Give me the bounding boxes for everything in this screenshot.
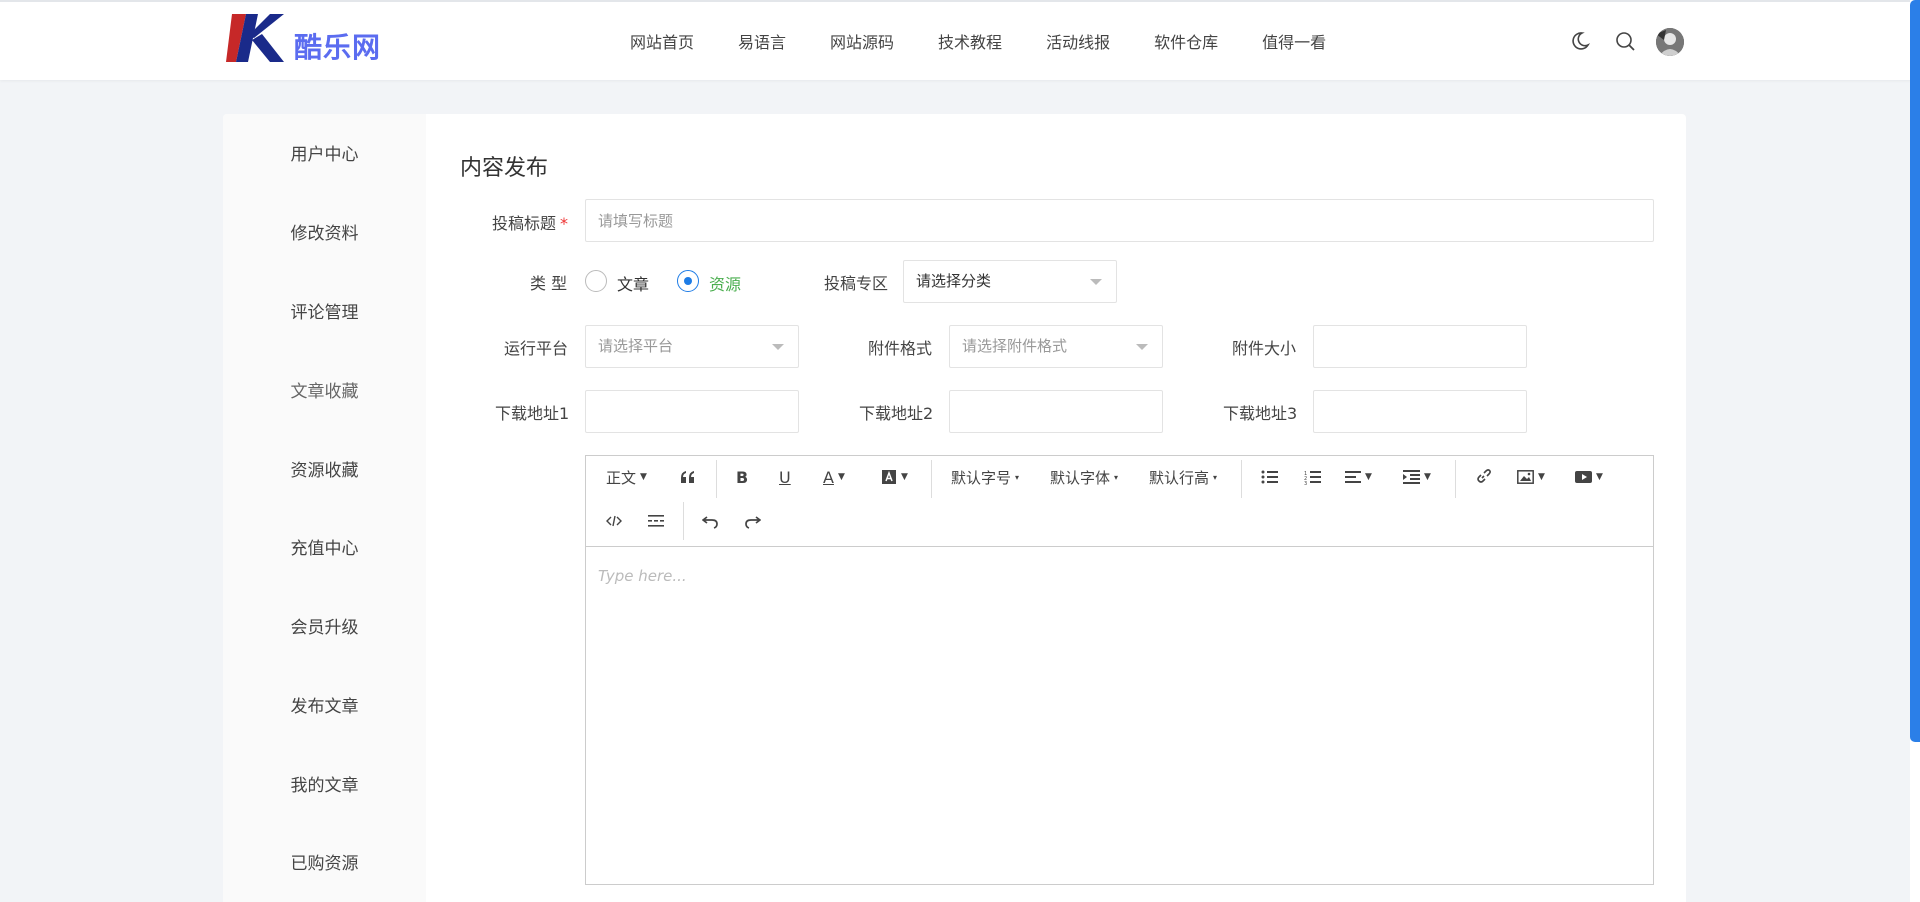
chevron-down-icon xyxy=(1136,344,1148,350)
background-color-icon[interactable]: ▼ xyxy=(881,465,908,489)
page-title: 内容发布 xyxy=(460,156,549,181)
image-icon[interactable]: ▼ xyxy=(1517,465,1545,489)
link-icon[interactable] xyxy=(1475,465,1491,489)
size-label: 附件大小 xyxy=(1232,339,1297,358)
undo-icon[interactable] xyxy=(702,509,719,533)
top-header: 酷乐网 网站首页 易语言 网站源码 技术教程 活动线报 软件仓库 值得一看 xyxy=(0,0,1920,80)
title-label: 投稿标题 * xyxy=(492,210,568,234)
sidebar-item-my-articles[interactable]: 我的文章 xyxy=(223,771,426,796)
download-url-1-input[interactable] xyxy=(585,390,799,433)
video-icon[interactable]: ▼ xyxy=(1575,465,1603,489)
toolbar-divider xyxy=(931,460,932,498)
type-option-article[interactable]: 文章 xyxy=(617,271,649,295)
line-height-dropdown[interactable]: 默认行高 ▾ xyxy=(1149,465,1217,489)
editor-toolbar: 正文▼ B U A▼ ▼ 默认字号▾ 默认字体▾ 默认行高▾ 123 xyxy=(586,456,1653,547)
svg-text:3: 3 xyxy=(1304,481,1307,485)
moon-icon[interactable] xyxy=(1569,30,1591,52)
download-url-3-input[interactable] xyxy=(1313,390,1527,433)
toolbar-divider xyxy=(716,460,717,498)
horizontal-rule-icon[interactable] xyxy=(648,509,664,533)
sidebar-item-comments[interactable]: 评论管理 xyxy=(223,298,426,323)
type-option-resource[interactable]: 资源 xyxy=(709,271,741,295)
zone-select[interactable]: 请选择分类 xyxy=(903,260,1117,303)
page-scrollbar-track[interactable] xyxy=(1910,0,1920,902)
heading-dropdown[interactable]: 正文 ▼ xyxy=(606,465,647,489)
user-sidebar: 用户中心 修改资料 评论管理 文章收藏 资源收藏 充值中心 会员升级 发布文章 … xyxy=(223,114,426,902)
logo-text: 酷乐网 xyxy=(294,31,382,64)
title-input[interactable] xyxy=(585,199,1654,242)
editor-placeholder: Type here... xyxy=(598,567,687,585)
sidebar-item-purchased[interactable]: 已购资源 xyxy=(223,849,426,874)
heading-dropdown-label: 正文 xyxy=(606,468,637,487)
sidebar-item-resource-favorites[interactable]: 资源收藏 xyxy=(223,456,426,481)
font-family-dropdown[interactable]: 默认字体 ▾ xyxy=(1050,465,1118,489)
search-icon[interactable] xyxy=(1614,30,1636,52)
chevron-down-icon xyxy=(772,344,784,350)
toolbar-divider xyxy=(683,502,684,540)
underline-icon[interactable]: U xyxy=(779,465,791,489)
toolbar-divider xyxy=(1455,460,1456,498)
format-select[interactable]: 请选择附件格式 xyxy=(949,325,1163,368)
type-radio-resource[interactable] xyxy=(677,270,699,292)
format-select-value: 请选择附件格式 xyxy=(962,337,1068,355)
title-label-text: 投稿标题 xyxy=(492,214,557,233)
zone-label: 投稿专区 xyxy=(824,274,889,293)
font-family-label: 默认字体 xyxy=(1050,468,1111,487)
chevron-down-icon xyxy=(1090,279,1102,285)
rich-text-editor: 正文▼ B U A▼ ▼ 默认字号▾ 默认字体▾ 默认行高▾ 123 xyxy=(585,455,1654,885)
dl3-label: 下载地址3 xyxy=(1223,404,1298,423)
nav-tutorials[interactable]: 技术教程 xyxy=(938,29,1002,53)
bold-icon[interactable]: B xyxy=(736,465,748,489)
line-height-label: 默认行高 xyxy=(1149,468,1210,487)
indent-icon[interactable]: ▼ xyxy=(1403,465,1431,489)
zone-select-value: 请选择分类 xyxy=(916,272,992,290)
sidebar-item-vip-upgrade[interactable]: 会员升级 xyxy=(223,613,426,638)
sidebar-item-publish[interactable]: 发布文章 xyxy=(223,692,426,717)
required-mark: * xyxy=(560,214,569,233)
main-nav: 网站首页 易语言 网站源码 技术教程 活动线报 软件仓库 值得一看 xyxy=(630,29,1370,53)
size-input[interactable] xyxy=(1313,325,1527,368)
nav-worth-seeing[interactable]: 值得一看 xyxy=(1262,29,1326,53)
nav-home[interactable]: 网站首页 xyxy=(630,29,694,53)
font-color-icon[interactable]: A ▼ xyxy=(823,465,845,489)
nav-site-source[interactable]: 网站源码 xyxy=(830,29,894,53)
blockquote-icon[interactable] xyxy=(680,465,696,489)
platform-label: 运行平台 xyxy=(504,339,569,358)
toolbar-divider xyxy=(1241,460,1242,498)
nav-promotions[interactable]: 活动线报 xyxy=(1046,29,1110,53)
sidebar-item-recharge[interactable]: 充值中心 xyxy=(223,534,426,559)
sidebar-item-article-favorites[interactable]: 文章收藏 xyxy=(223,377,426,402)
code-view-icon[interactable] xyxy=(606,509,622,533)
page-scrollbar-thumb[interactable] xyxy=(1910,0,1920,742)
site-logo[interactable]: 酷乐网 xyxy=(226,14,386,66)
caret-down-icon: ▼ xyxy=(640,472,647,482)
redo-icon[interactable] xyxy=(744,509,761,533)
font-size-label: 默认字号 xyxy=(951,468,1012,487)
user-avatar[interactable] xyxy=(1656,28,1684,56)
numbered-list-icon[interactable]: 123 xyxy=(1304,465,1321,489)
font-size-dropdown[interactable]: 默认字号 ▾ xyxy=(951,465,1019,489)
dl2-label: 下载地址2 xyxy=(859,404,934,423)
editor-content-area[interactable]: Type here... xyxy=(586,547,1653,884)
platform-select-value: 请选择平台 xyxy=(598,337,674,355)
logo-k-icon xyxy=(226,14,284,62)
type-radio-article[interactable] xyxy=(585,270,607,292)
platform-select[interactable]: 请选择平台 xyxy=(585,325,799,368)
bullet-list-icon[interactable] xyxy=(1261,465,1278,489)
sidebar-item-edit-profile[interactable]: 修改资料 xyxy=(223,219,426,244)
dl1-label: 下载地址1 xyxy=(495,404,570,423)
download-url-2-input[interactable] xyxy=(949,390,1163,433)
nav-e-language[interactable]: 易语言 xyxy=(738,29,786,53)
format-label: 附件格式 xyxy=(868,339,933,358)
type-label: 类 型 xyxy=(530,274,568,293)
align-icon[interactable]: ▼ xyxy=(1345,465,1372,489)
nav-software[interactable]: 软件仓库 xyxy=(1154,29,1218,53)
sidebar-item-user-center[interactable]: 用户中心 xyxy=(223,140,426,165)
